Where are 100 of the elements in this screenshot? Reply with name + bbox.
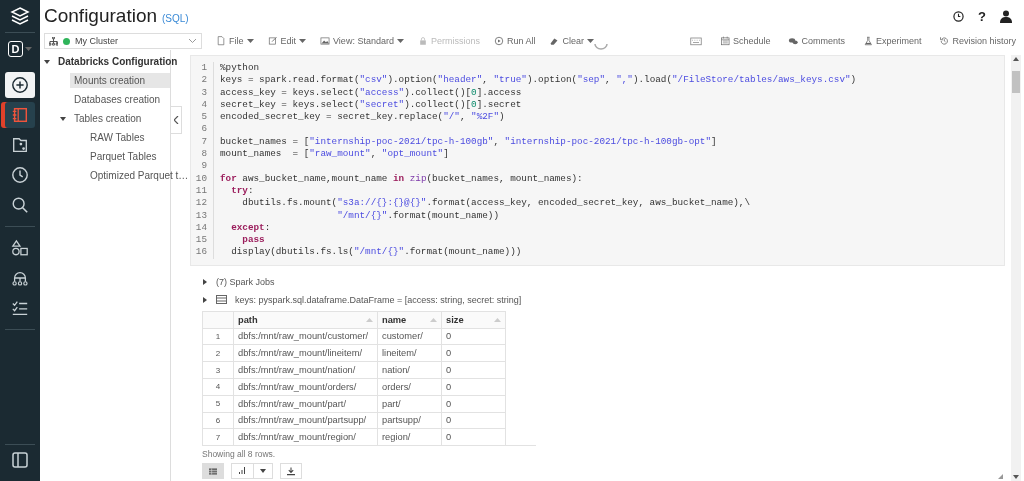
expanded-triangle-icon[interactable] bbox=[44, 58, 50, 65]
column-header[interactable]: path bbox=[238, 314, 258, 325]
loading-spinner-icon bbox=[594, 44, 608, 50]
history-action[interactable]: Revision history bbox=[939, 35, 1016, 47]
tree-item[interactable]: RAW Tables bbox=[86, 130, 149, 145]
collapsed-triangle-icon[interactable] bbox=[202, 278, 208, 285]
row-number: 6 bbox=[202, 412, 234, 429]
tree-item[interactable]: Tables creation bbox=[70, 111, 146, 126]
resize-handle-icon[interactable] bbox=[998, 474, 1003, 479]
view-menu[interactable]: View: Standard bbox=[320, 36, 404, 46]
table-cell: dbfs:/mnt/raw_mount/customer/ bbox=[233, 328, 378, 345]
code-line: secret_key = keys.select("secret").collect()[0].secret bbox=[220, 98, 523, 112]
file-icon bbox=[216, 36, 226, 46]
code-line: bucket_names = ["internship-poc-2021/tpc-h-100gb", "internship-poc-2021/tpc-h-100gb-opt"] bbox=[220, 135, 718, 149]
network-icon bbox=[11, 269, 29, 287]
clear-menu[interactable]: Clear bbox=[549, 36, 594, 46]
table-cell: dbfs:/mnt/raw_mount/lineitem/ bbox=[233, 344, 378, 362]
cluster-select[interactable]: My Cluster bbox=[44, 33, 202, 49]
search-icon bbox=[11, 196, 29, 214]
run-menu[interactable]: Run All bbox=[493, 36, 536, 46]
line-number: 13 bbox=[194, 209, 207, 222]
row-number: 1 bbox=[202, 328, 234, 345]
user-icon[interactable] bbox=[1000, 9, 1012, 23]
file-menu[interactable]: File bbox=[216, 36, 254, 46]
tree-item[interactable]: Optimized Parquet t… bbox=[86, 168, 193, 183]
line-number: 3 bbox=[200, 86, 207, 99]
edit-menu[interactable]: Edit bbox=[267, 36, 307, 46]
code-line: except: bbox=[230, 221, 272, 235]
code-line: for aws_bucket_name,mount_name in zip(bucket_names, mount_names): bbox=[220, 172, 584, 185]
hierarchy-icon bbox=[49, 36, 58, 46]
comments-icon bbox=[788, 36, 799, 46]
tree-item[interactable]: Mounts creation bbox=[70, 73, 170, 88]
row-number: 7 bbox=[202, 428, 234, 446]
code-line: "/mnt/{}".format(mount_name)) bbox=[336, 209, 500, 222]
table-cell: dbfs:/mnt/raw_mount/region/ bbox=[233, 428, 378, 446]
tree-item[interactable]: Parquet Tables bbox=[86, 149, 161, 164]
row-number: 5 bbox=[202, 395, 234, 413]
flask-action[interactable]: Experiment bbox=[862, 35, 922, 47]
table-cell: dbfs:/mnt/raw_mount/partsupp/ bbox=[233, 412, 378, 429]
line-number: 15 bbox=[194, 234, 207, 247]
collapsed-triangle-icon[interactable] bbox=[202, 296, 208, 303]
code-cell[interactable] bbox=[190, 55, 1005, 266]
scroll-up-icon[interactable] bbox=[1013, 57, 1019, 61]
expanded-triangle-icon[interactable] bbox=[60, 115, 66, 122]
table-view-button[interactable] bbox=[202, 463, 224, 480]
code-line: keys = spark.read.format("csv").option("header", "true").option("sep", ",").load("/FileStore/tables/aws_keys.csv") bbox=[220, 74, 857, 87]
column-header[interactable]: size bbox=[446, 314, 464, 325]
line-number: 11 bbox=[194, 184, 207, 198]
language-link[interactable]: (SQL) bbox=[162, 12, 189, 24]
sidebar-toggle-icon[interactable] bbox=[11, 451, 29, 469]
table-cell: partsupp/ bbox=[377, 412, 442, 429]
table-cell: customer/ bbox=[377, 328, 442, 345]
edit-icon bbox=[267, 36, 278, 46]
table-cell: orders/ bbox=[377, 378, 442, 396]
line-number: 7 bbox=[200, 135, 207, 149]
clock-icon bbox=[11, 166, 29, 184]
caret-icon bbox=[260, 469, 266, 474]
table-cell: 0 bbox=[441, 395, 506, 413]
download-icon bbox=[287, 466, 295, 476]
line-number: 5 bbox=[200, 111, 207, 124]
calendar-action[interactable]: Schedule bbox=[719, 35, 771, 47]
comments-action[interactable]: Comments bbox=[788, 35, 845, 47]
spark-jobs-toggle[interactable]: (7) Spark Jobs bbox=[216, 276, 275, 287]
clock-icon[interactable] bbox=[953, 10, 965, 22]
table-cell: region/ bbox=[377, 428, 442, 446]
code-line: try: bbox=[230, 184, 255, 198]
tree-item[interactable]: Databases creation bbox=[70, 92, 165, 107]
code-line: pass bbox=[241, 234, 266, 247]
collapse-sidebar-button[interactable] bbox=[171, 106, 182, 134]
table-cell: nation/ bbox=[377, 361, 442, 379]
table-cell: 0 bbox=[441, 328, 506, 345]
plus-circle-nav-button[interactable] bbox=[5, 72, 35, 98]
table-cell: dbfs:/mnt/raw_mount/part/ bbox=[233, 395, 378, 413]
folder-branch-icon bbox=[11, 136, 29, 154]
row-count-text: Showing all 8 rows. bbox=[202, 449, 277, 460]
code-line: display(dbutils.fs.ls("/mnt/{}".format(mount_name))) bbox=[230, 246, 523, 259]
table-cell: dbfs:/mnt/raw_mount/orders/ bbox=[233, 378, 378, 396]
line-number: 14 bbox=[194, 221, 207, 235]
line-number: 10 bbox=[194, 172, 207, 185]
plus-circle-icon bbox=[11, 76, 29, 94]
tree-item[interactable]: Databricks Configuration bbox=[54, 54, 182, 69]
caret-icon bbox=[25, 47, 32, 51]
workspace-avatar[interactable]: D bbox=[8, 41, 23, 57]
table-cell: 0 bbox=[441, 361, 506, 379]
help-button[interactable]: ? bbox=[978, 8, 986, 24]
download-button[interactable] bbox=[280, 463, 302, 480]
layers-logo-icon[interactable] bbox=[10, 6, 30, 26]
line-number: 6 bbox=[200, 123, 207, 136]
line-number: 9 bbox=[200, 160, 207, 173]
chevron-left-icon bbox=[173, 116, 179, 124]
row-number: 4 bbox=[202, 378, 234, 396]
table-cell: 0 bbox=[441, 378, 506, 396]
scrollbar-thumb[interactable] bbox=[1012, 71, 1020, 93]
line-number: 4 bbox=[200, 98, 207, 112]
line-number: 16 bbox=[194, 246, 207, 259]
table-icon bbox=[209, 467, 217, 475]
chart-view-button[interactable] bbox=[231, 463, 273, 480]
scroll-down-icon[interactable] bbox=[1013, 475, 1019, 479]
table-cell: 0 bbox=[441, 412, 506, 429]
table-icon bbox=[216, 295, 227, 305]
